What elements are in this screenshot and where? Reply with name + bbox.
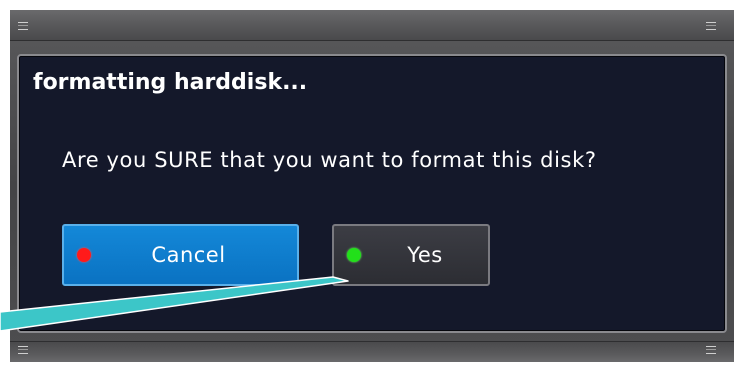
dialog-panel: formatting harddisk... Are you SURE that… — [17, 54, 727, 333]
grip-icon — [18, 22, 28, 30]
dialog-message: Are you SURE that you want to format thi… — [62, 148, 597, 172]
dialog-window: formatting harddisk... Are you SURE that… — [10, 10, 734, 362]
screen: formatting harddisk... Are you SURE that… — [0, 0, 734, 365]
cancel-button[interactable]: Cancel — [62, 224, 299, 286]
grip-icon — [18, 346, 28, 354]
yes-button-label: Yes — [407, 243, 443, 267]
yes-button[interactable]: Yes — [332, 224, 490, 286]
dialog-title: formatting harddisk... — [33, 70, 308, 95]
window-bottom-bar — [10, 341, 734, 362]
cancel-button-label: Cancel — [151, 243, 226, 267]
grip-icon — [706, 22, 716, 30]
grip-icon — [706, 346, 716, 354]
window-top-bar — [10, 10, 734, 41]
